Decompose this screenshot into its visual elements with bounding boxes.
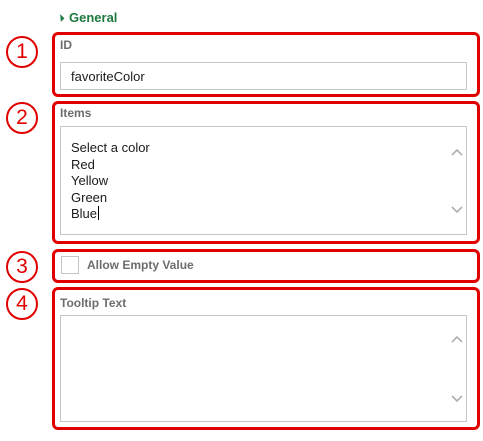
list-item-last: Blue — [71, 206, 150, 223]
list-item: Green — [71, 189, 108, 205]
id-field-box[interactable] — [60, 62, 467, 90]
scroll-down-icon[interactable] — [451, 205, 463, 215]
section-header-general[interactable]: General — [56, 8, 118, 26]
collapse-arrow-icon[interactable] — [56, 13, 65, 22]
items-list: Select a color Red Yellow Green Blue — [71, 140, 150, 223]
scroll-down-icon[interactable] — [451, 394, 463, 404]
scroll-up-icon[interactable] — [451, 334, 463, 344]
items-textarea[interactable]: Select a color Red Yellow Green Blue — [60, 126, 467, 235]
callout-2: 2 — [6, 102, 38, 134]
list-item: Red — [71, 156, 95, 172]
allow-empty-checkbox[interactable] — [61, 256, 79, 274]
callout-4: 4 — [6, 288, 38, 320]
id-field-label: ID — [60, 38, 72, 52]
allow-empty-label[interactable]: Allow Empty Value — [87, 258, 194, 272]
section-title: General — [69, 9, 118, 25]
list-item-text: Blue — [71, 206, 98, 221]
items-field-label: Items — [60, 106, 92, 120]
scroll-up-icon[interactable] — [451, 147, 463, 157]
tooltip-field-label: Tooltip Text — [60, 296, 127, 310]
list-item: Select a color — [71, 140, 150, 155]
list-item: Yellow — [71, 173, 109, 188]
callout-3: 3 — [6, 251, 38, 283]
tooltip-textarea[interactable] — [60, 315, 467, 422]
id-input[interactable] — [61, 63, 466, 89]
callout-1: 1 — [6, 36, 38, 68]
text-caret — [98, 206, 100, 220]
